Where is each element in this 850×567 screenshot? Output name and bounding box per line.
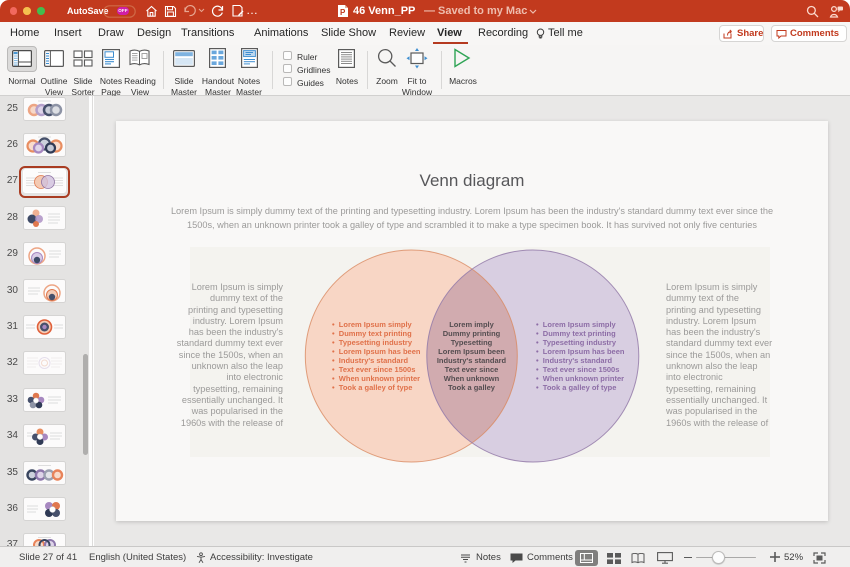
svg-text:P: P	[340, 8, 346, 17]
